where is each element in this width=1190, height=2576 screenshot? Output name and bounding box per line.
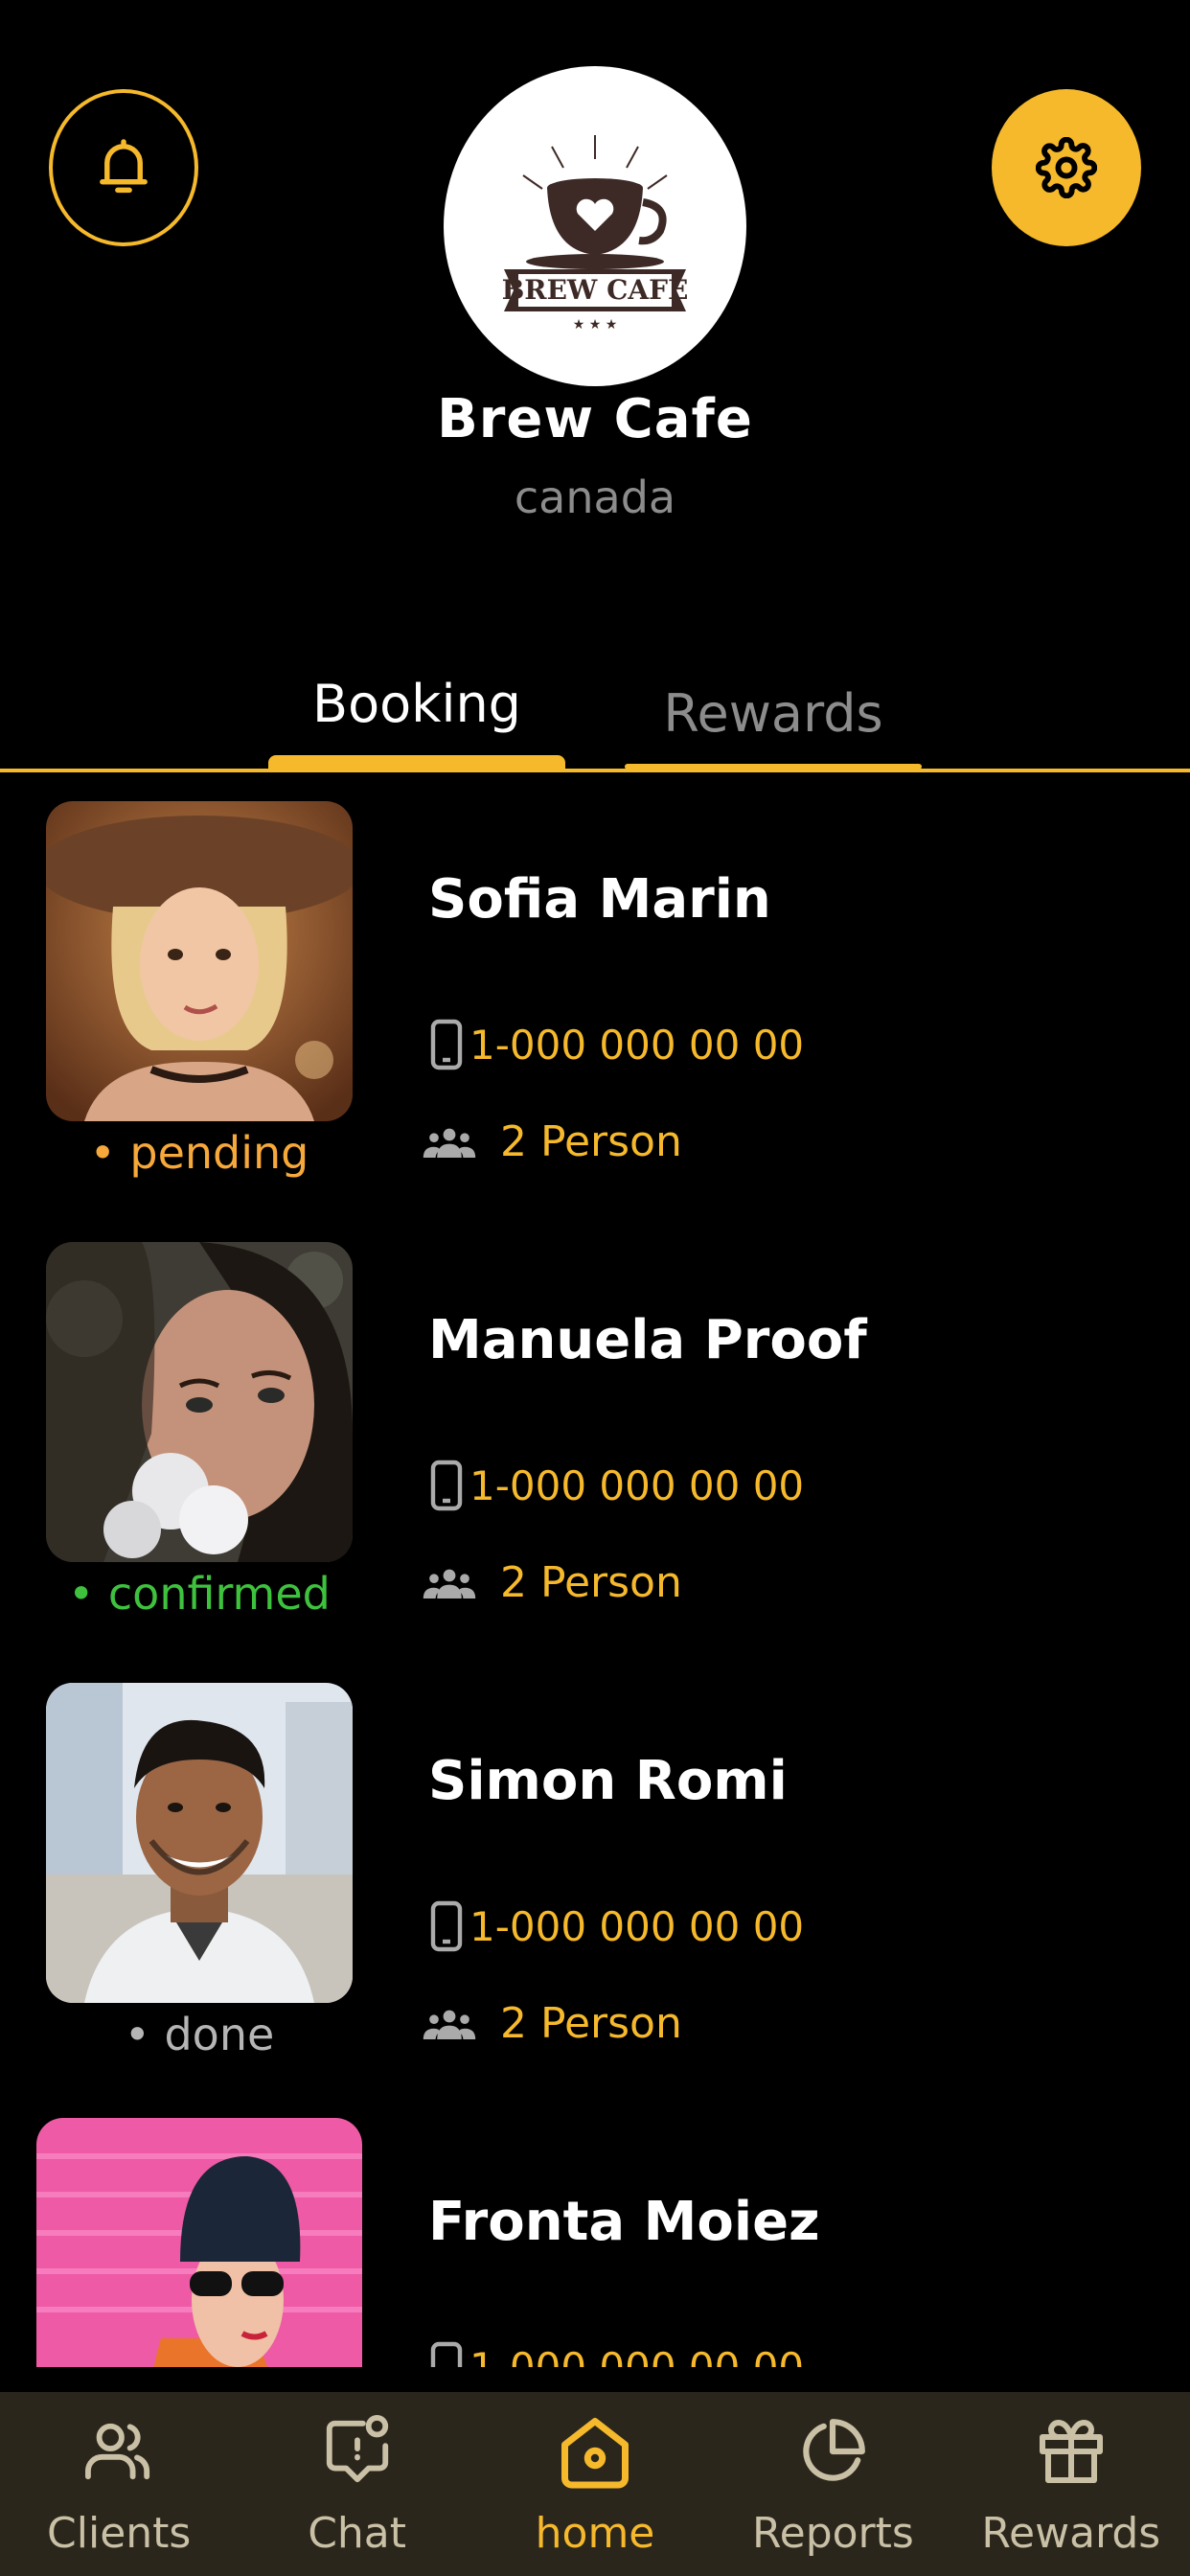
booking-item[interactable]: Fronta Moiez 1-000 000 00 00: [0, 2095, 1190, 2367]
phone-row: 1-000 000 00 00: [429, 1899, 804, 1953]
tab-rewards-label: Rewards: [663, 683, 883, 744]
notification-button[interactable]: [49, 89, 198, 246]
phone-icon: [430, 2341, 463, 2367]
status-badge: • pending: [89, 1127, 309, 1179]
booking-list[interactable]: • pending Sofia Marin 1-000 000 00 00 2 …: [0, 772, 1190, 2367]
phone-number: 1-000 000 00 00: [469, 1902, 805, 1950]
person-row: 2 Person: [422, 1558, 682, 1607]
home-icon: [561, 2418, 629, 2489]
svg-text:★ ★ ★: ★ ★ ★: [573, 317, 618, 333]
client-name: Simon Romi: [428, 1750, 788, 1812]
people-icon: [423, 1569, 476, 1598]
people-icon: [423, 1128, 476, 1158]
nav-reports[interactable]: Reports: [714, 2392, 951, 2576]
nav-label: home: [535, 2509, 655, 2558]
gear-icon: [1036, 137, 1097, 198]
nav-home[interactable]: home: [476, 2392, 714, 2576]
clients-icon: [85, 2423, 150, 2480]
phone-number: 1-000 000 00 00: [469, 1021, 805, 1069]
phone-number: 1-000 000 00 00: [469, 2343, 805, 2368]
booking-item[interactable]: • confirmed Manuela Proof 1-000 000 00 0…: [0, 1213, 1190, 1654]
client-name: Sofia Marin: [428, 868, 771, 931]
nav-label: Clients: [47, 2509, 192, 2558]
nav-label: Rewards: [981, 2509, 1161, 2558]
avatar: [46, 1683, 353, 2003]
phone-row: 1-000 000 00 00: [429, 1018, 804, 1071]
person-count: 2 Person: [500, 1558, 682, 1607]
gift-icon: [1039, 2420, 1103, 2483]
person-row: 2 Person: [422, 1117, 682, 1166]
booking-item[interactable]: • done Simon Romi 1-000 000 00 00 2 Pers…: [0, 1654, 1190, 2095]
nav-rewards[interactable]: Rewards: [952, 2392, 1190, 2576]
tab-booking[interactable]: Booking: [268, 671, 565, 772]
nav-label: Reports: [752, 2509, 914, 2558]
reports-icon: [803, 2419, 866, 2481]
client-name: Fronta Moiez: [428, 2191, 820, 2253]
status-badge: • confirmed: [68, 1568, 331, 1620]
person-count: 2 Person: [500, 1117, 682, 1166]
svg-text:BREW CAFE: BREW CAFE: [502, 274, 689, 306]
bottom-nav: Clients Chat home Reports Rewards: [0, 2392, 1190, 2576]
cafe-name: Brew Cafe: [437, 388, 753, 450]
cafe-logo: BREW CAFE ★ ★ ★: [444, 66, 746, 386]
chat-icon: [326, 2415, 388, 2483]
status-badge: • done: [124, 2009, 275, 2060]
phone-number: 1-000 000 00 00: [469, 1461, 805, 1509]
nav-chat[interactable]: Chat: [238, 2392, 475, 2576]
avatar: [46, 1242, 353, 1562]
coffee-cup-logo-icon: BREW CAFE ★ ★ ★: [502, 135, 689, 333]
phone-row: 1-000 000 00 00: [429, 1459, 804, 1512]
client-name: Manuela Proof: [428, 1309, 867, 1371]
nav-clients[interactable]: Clients: [0, 2392, 238, 2576]
avatar: [46, 801, 353, 1121]
people-icon: [423, 2010, 476, 2039]
person-count: 2 Person: [500, 1999, 682, 2048]
person-row: 2 Person: [422, 1999, 682, 2048]
settings-button[interactable]: [992, 89, 1141, 246]
avatar: [36, 2118, 362, 2367]
phone-icon: [430, 1019, 463, 1070]
tab-booking-label: Booking: [312, 674, 521, 734]
phone-icon: [430, 1460, 463, 1511]
phone-icon: [430, 1900, 463, 1952]
tab-rewards[interactable]: Rewards: [625, 671, 922, 772]
nav-label: Chat: [308, 2509, 407, 2558]
bell-icon: [100, 139, 148, 194]
booking-item[interactable]: • pending Sofia Marin 1-000 000 00 00 2 …: [0, 772, 1190, 1213]
cafe-location: canada: [514, 472, 676, 523]
phone-row: 1-000 000 00 00: [429, 2340, 804, 2367]
